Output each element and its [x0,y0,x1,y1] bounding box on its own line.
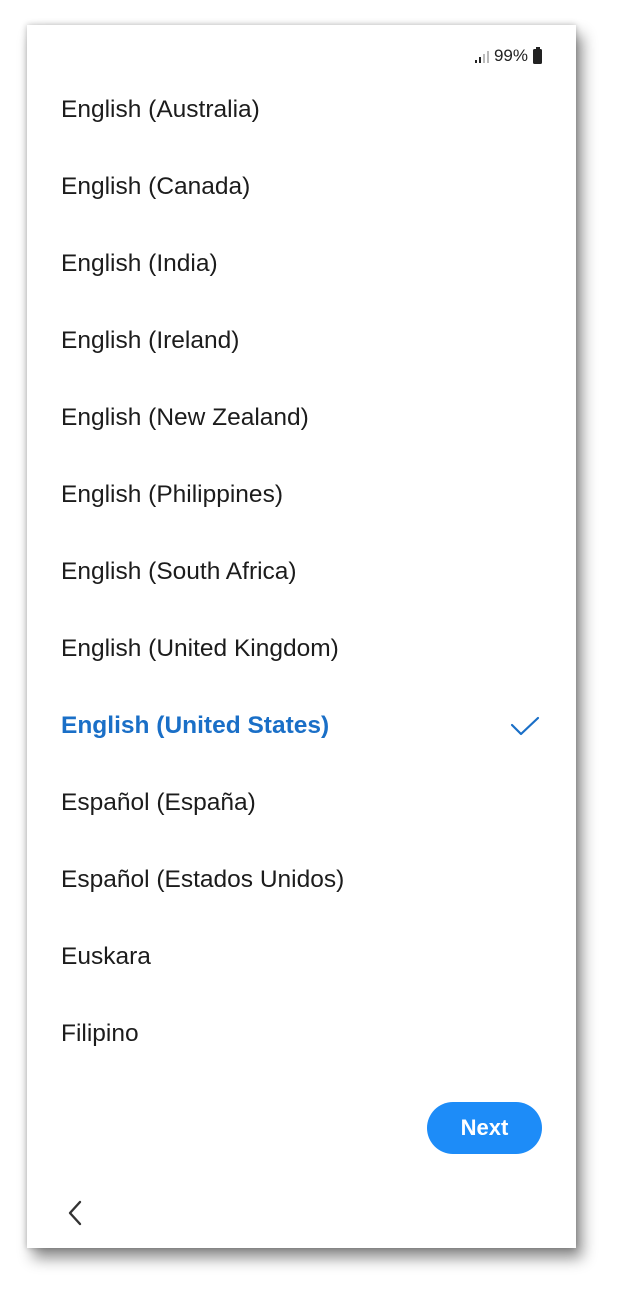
check-icon [510,716,540,735]
language-item[interactable]: English (Ireland) [27,302,576,379]
language-label: Español (Estados Unidos) [61,865,345,893]
language-label: English (South Africa) [61,557,297,585]
language-label: English (India) [61,249,218,277]
language-item[interactable]: Euskara [27,918,576,995]
language-item[interactable]: English (India) [27,225,576,302]
language-item[interactable]: English (South Africa) [27,533,576,610]
language-label: English (Philippines) [61,480,283,508]
language-selection-screen: 99% English (Australia) English (Canada)… [27,25,576,1248]
language-label: English (United Kingdom) [61,634,339,662]
language-item[interactable]: Filipino [27,995,576,1072]
signal-icon [474,50,489,63]
chevron-left-icon [68,1200,82,1226]
back-button[interactable] [57,1195,93,1231]
language-item[interactable]: English (United Kingdom) [27,610,576,687]
language-item[interactable]: English (Philippines) [27,456,576,533]
language-label: English (United States) [61,711,330,739]
status-bar: 99% [474,45,542,67]
language-list: English (Australia) English (Canada) Eng… [27,71,576,1072]
language-item[interactable]: Español (Estados Unidos) [27,841,576,918]
language-label: Filipino [61,1019,139,1047]
language-label: English (Canada) [61,172,251,200]
language-label: Euskara [61,942,151,970]
language-item-selected[interactable]: English (United States) [27,687,576,764]
language-label: Español (España) [61,788,256,816]
language-item[interactable]: English (Australia) [27,71,576,148]
next-button[interactable]: Next [427,1102,542,1154]
language-item[interactable]: English (New Zealand) [27,379,576,456]
battery-icon [533,46,542,64]
battery-percentage: 99% [493,46,528,65]
language-item[interactable]: Español (España) [27,764,576,841]
language-label: English (Australia) [61,95,260,123]
language-label: English (New Zealand) [61,403,309,431]
language-item[interactable]: English (Canada) [27,148,576,225]
language-label: English (Ireland) [61,326,240,354]
